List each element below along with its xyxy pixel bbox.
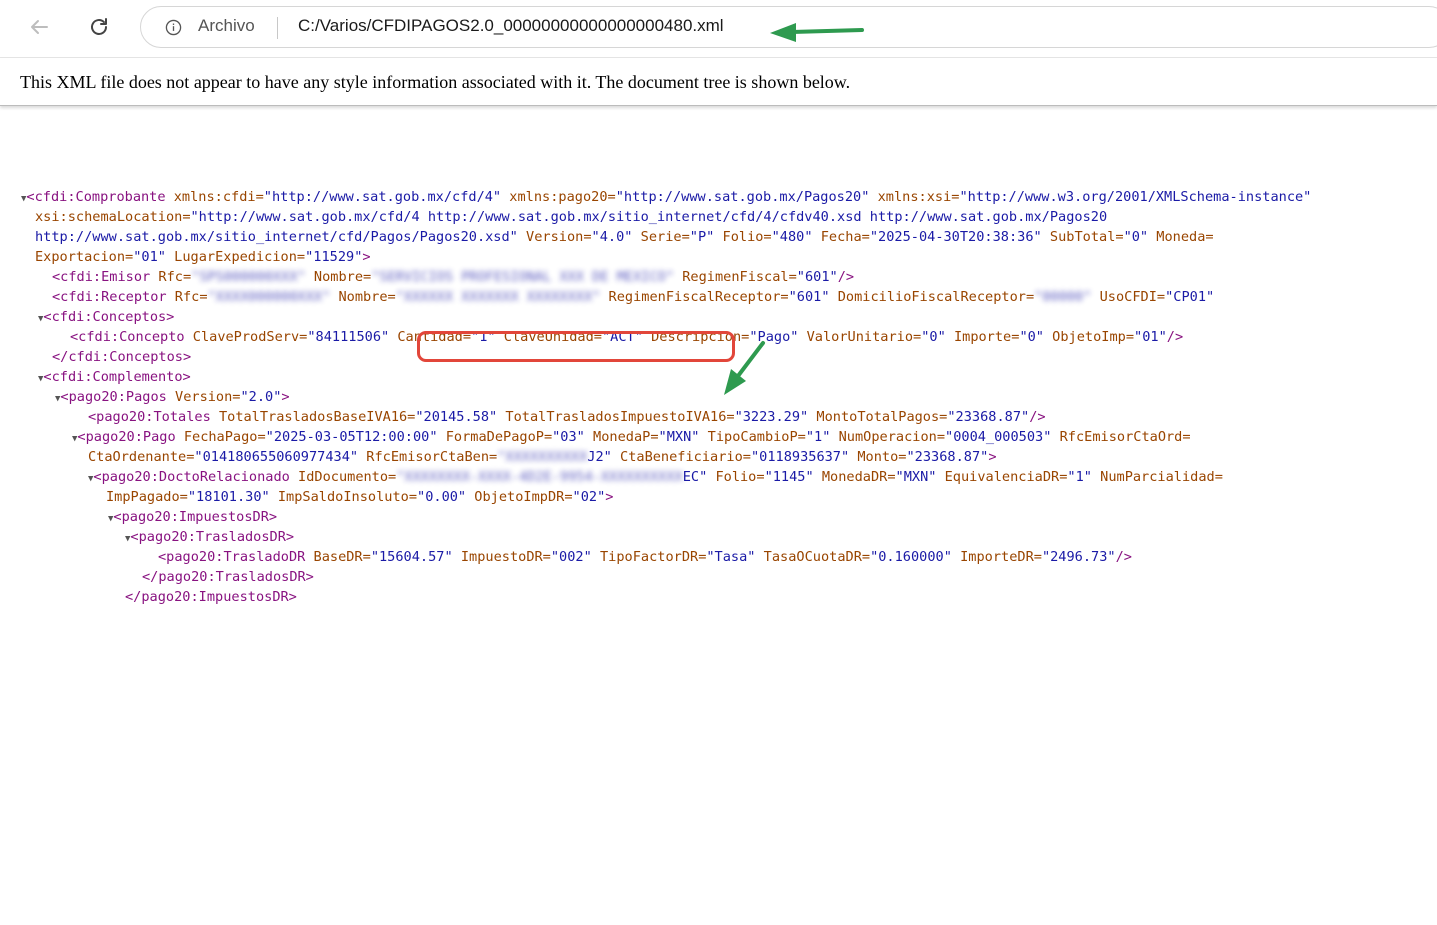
attr-value: "0.160000": [870, 549, 952, 565]
tag-impuestos-dr-close: </pago20:ImpuestosDR>: [125, 589, 297, 605]
green-arrow-icon: [724, 341, 765, 395]
xml-line-traslado-dr: <pago20:TrasladoDR BaseDR="15604.57" Imp…: [158, 547, 1132, 567]
attr-value: "002": [550, 549, 592, 565]
tag-close: />: [1115, 549, 1132, 565]
tag-traslado-dr: <pago20:TrasladoDR: [158, 549, 306, 565]
attr-value: "Tasa": [706, 549, 756, 565]
attr-name: BaseDR=: [305, 549, 371, 565]
attr-name: TipoFactorDR=: [591, 549, 707, 565]
tag-traslados-dr-close: </pago20:TrasladosDR>: [142, 569, 314, 585]
attr-name: TasaOCuotaDR=: [755, 549, 871, 565]
attr-value: "2496.73": [1041, 549, 1116, 565]
green-arrow-icon: [770, 23, 864, 42]
attr-name: ImporteDR=: [951, 549, 1042, 565]
attr-name: ImpuestoDR=: [452, 549, 551, 565]
xml-line: </pago20:TrasladosDR>: [142, 567, 314, 587]
attr-value: "15604.57": [370, 549, 453, 565]
xml-line: </pago20:ImpuestosDR>: [125, 587, 297, 607]
annotation-overlay: [724, 23, 864, 395]
